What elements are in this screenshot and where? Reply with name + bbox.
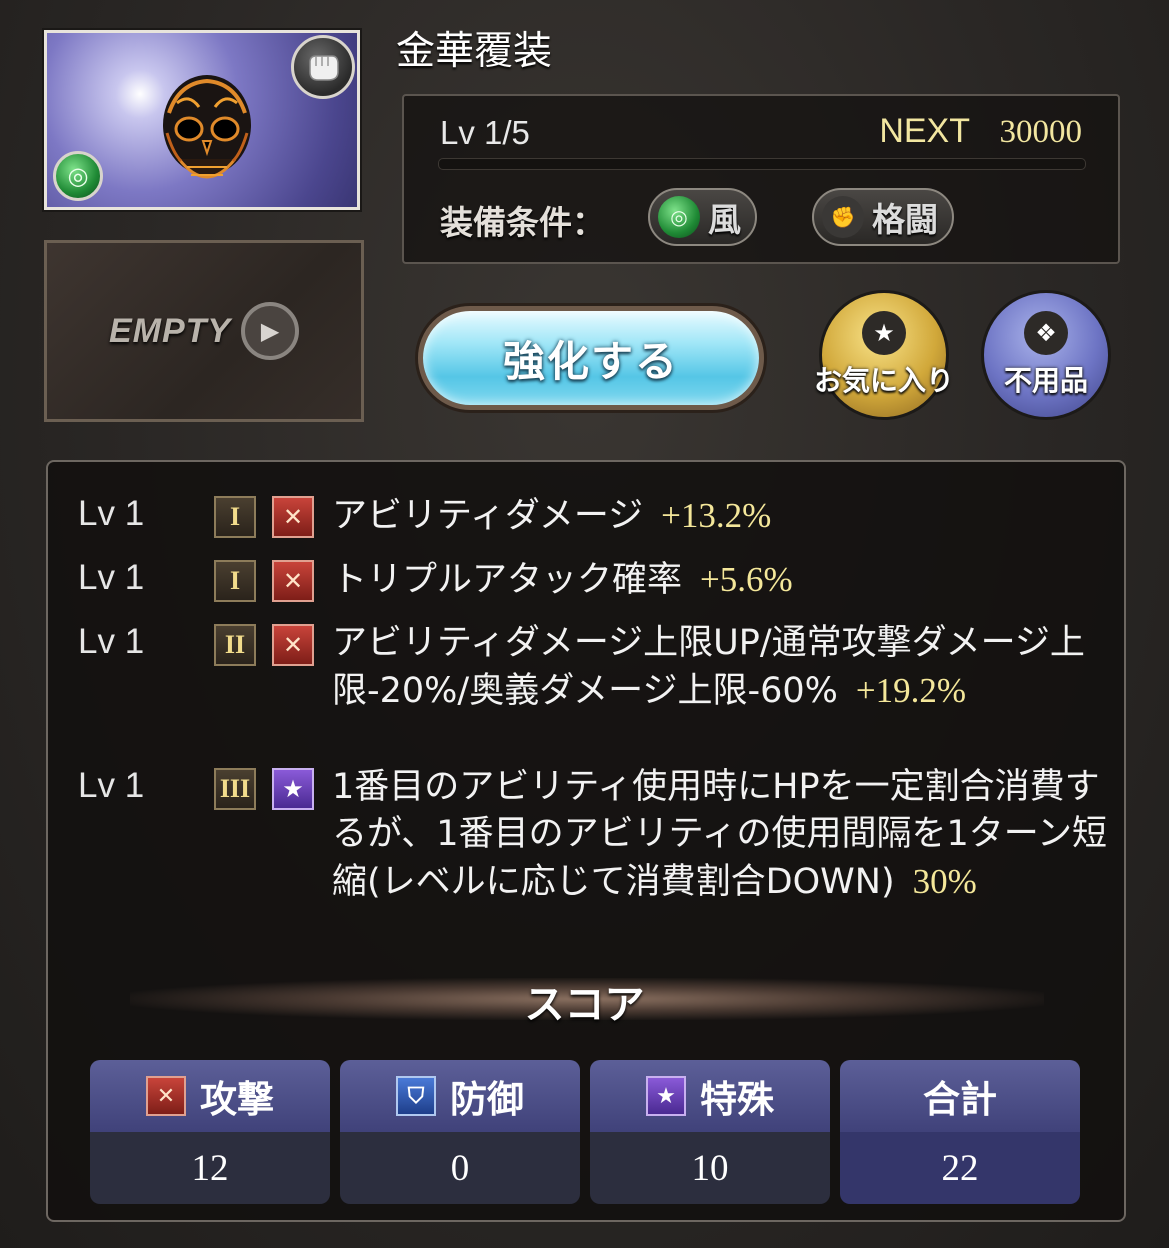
skill-level: Lv 1 (78, 622, 145, 661)
fist-weapon-icon (291, 35, 355, 99)
skill-value: +5.6% (700, 560, 793, 599)
score-special-card: ★ 特殊 10 (590, 1060, 830, 1204)
scatter-icon: ❖ (1024, 311, 1068, 355)
score-defense-card: ⛉ 防御 0 (340, 1060, 580, 1204)
skill-level: Lv 1 (78, 494, 145, 533)
score-title: スコア (524, 982, 645, 1028)
skill-description: トリプルアタック確率 +5.6% (332, 556, 1122, 604)
wind-element-icon: ◎ (53, 151, 103, 201)
unneeded-button[interactable]: ❖ 不用品 (981, 290, 1111, 420)
skill-text: アビリティダメージ (332, 496, 644, 536)
condition-weapon-pill: ✊ 格闘 (812, 188, 954, 246)
tier-badge: I (214, 560, 256, 602)
score-defense-header: ⛉ 防御 (340, 1060, 580, 1132)
score-special-label: 特殊 (700, 1078, 774, 1121)
score-defense-value: 0 (340, 1132, 580, 1204)
favorite-button-label: お気に入り (814, 364, 955, 397)
play-icon: ▶ (241, 302, 300, 360)
condition-element-text: 風 (708, 200, 741, 239)
tier-badge: II (214, 624, 256, 666)
score-attack-card: ✕ 攻撃 12 (90, 1060, 330, 1204)
skill-text: アビリティダメージ上限UP/通常攻撃ダメージ上限-20%/奥義ダメージ上限-60… (332, 623, 1085, 711)
favorite-button[interactable]: ★ お気に入り (814, 290, 954, 420)
score-total-label: 合計 (923, 1078, 997, 1121)
exp-progress-bar (438, 158, 1086, 170)
score-total-value: 22 (840, 1132, 1080, 1204)
tier-badge: III (214, 768, 256, 810)
attack-type-icon: ✕ (272, 560, 314, 602)
condition-element-pill: ◎ 風 (648, 188, 757, 246)
skill-text: 1番目のアビリティ使用時にHPを一定割合消費するが、1番目のアビリティの使用間隔… (332, 767, 1107, 902)
level-text: Lv 1/5 (440, 114, 530, 151)
score-attack-label: 攻撃 (200, 1078, 274, 1121)
skill-description: アビリティダメージ +13.2% (332, 492, 1122, 540)
attack-type-icon: ✕ (272, 624, 314, 666)
score-attack-value: 12 (90, 1132, 330, 1204)
next-label: NEXT (879, 112, 970, 150)
next-exp-value: 30000 (999, 114, 1083, 150)
equip-condition-label: 装備条件： (440, 203, 605, 242)
wind-element-icon: ◎ (658, 196, 700, 238)
tier-badge: I (214, 496, 256, 538)
fist-weapon-icon: ✊ (822, 196, 864, 238)
skill-level: Lv 1 (78, 558, 145, 597)
score-special-header: ★ 特殊 (590, 1060, 830, 1132)
score-attack-header: ✕ 攻撃 (90, 1060, 330, 1132)
skill-value: 30% (912, 862, 977, 901)
score-defense-label: 防御 (450, 1078, 524, 1121)
upgrade-button-label: 強化する (502, 336, 679, 386)
item-info-box: Lv 1/5 NEXT 30000 装備条件： ◎ 風 ✊ 格闘 (402, 94, 1120, 264)
item-name: 金華覆装 (396, 29, 553, 74)
attack-icon: ✕ (146, 1076, 186, 1116)
empty-label: EMPTY (108, 311, 232, 350)
star-icon: ★ (646, 1076, 686, 1116)
skill-value: +19.2% (855, 671, 967, 710)
golden-skull-mask-image (163, 75, 251, 179)
special-type-icon: ★ (272, 768, 314, 810)
score-total-header: 合計 (840, 1060, 1080, 1132)
star-icon: ★ (862, 311, 906, 355)
unneeded-button-label: 不用品 (1003, 364, 1088, 397)
attack-type-icon: ✕ (272, 496, 314, 538)
upgrade-button[interactable]: 強化する (418, 306, 764, 410)
skill-value: +13.2% (661, 496, 772, 535)
skill-description: 1番目のアビリティ使用時にHPを一定割合消費するが、1番目のアビリティの使用間隔… (332, 764, 1122, 906)
score-special-value: 10 (590, 1132, 830, 1204)
shield-icon: ⛉ (396, 1076, 436, 1116)
skill-text: トリプルアタック確率 (332, 560, 683, 600)
condition-weapon-text: 格闘 (872, 200, 938, 239)
empty-slot-button[interactable]: EMPTY ▶ (44, 240, 364, 422)
score-total-card: 合計 22 (840, 1060, 1080, 1204)
item-image-frame[interactable]: ◎ (44, 30, 360, 210)
skill-description: アビリティダメージ上限UP/通常攻撃ダメージ上限-20%/奥義ダメージ上限-60… (332, 620, 1122, 715)
skill-level: Lv 1 (78, 766, 145, 805)
